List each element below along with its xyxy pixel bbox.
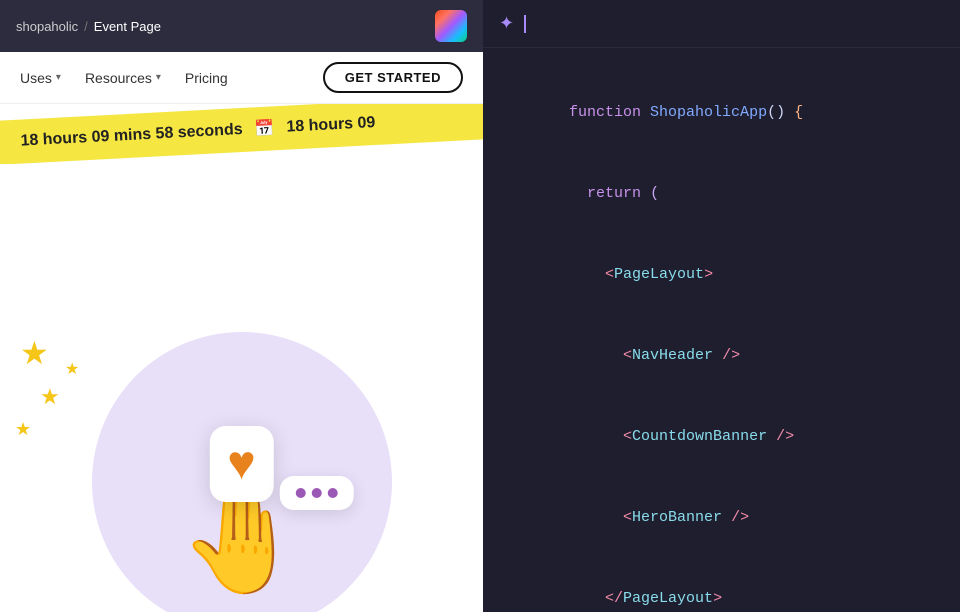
left-panel: shopaholic / Event Page Uses ▾ Resources…	[0, 0, 483, 612]
chevron-down-icon: ▾	[156, 72, 161, 83]
figma-icon	[435, 10, 467, 42]
nav-pricing-label: Pricing	[185, 70, 228, 86]
breadcrumb-separator: /	[84, 19, 88, 34]
dot-1	[296, 488, 306, 498]
star-icon: ★	[15, 419, 31, 440]
breadcrumb: shopaholic / Event Page	[16, 19, 161, 34]
star-icon: ★	[20, 334, 49, 372]
code-line-7: </PageLayout>	[515, 558, 928, 612]
breadcrumb-site: shopaholic	[16, 19, 78, 34]
right-panel: ✦ function ShopaholicApp() { return ( <P…	[483, 0, 960, 612]
code-line-2: return (	[515, 153, 928, 234]
cursor	[524, 15, 526, 33]
dot-2	[312, 488, 322, 498]
nav-resources-label: Resources	[85, 70, 152, 86]
nav-item-pricing[interactable]: Pricing	[185, 70, 228, 86]
countdown-time-2: 18 hours 09	[286, 114, 376, 137]
editor-toolbar: ✦	[483, 0, 960, 48]
code-line-5: <CountdownBanner />	[515, 396, 928, 477]
breadcrumb-page: Event Page	[94, 19, 161, 34]
star-icon: ★	[65, 359, 79, 379]
dot-3	[328, 488, 338, 498]
get-started-button[interactable]: GET STARTED	[323, 62, 463, 93]
heart-icon: ♥	[227, 440, 256, 488]
hero-section: ★ ★ ★ ★ ♥ 🤚	[0, 164, 483, 612]
nav-item-resources[interactable]: Resources ▾	[85, 70, 161, 86]
hero-illustration: ♥ 🤚	[179, 426, 304, 592]
site-nav: Uses ▾ Resources ▾ Pricing GET STARTED	[0, 52, 483, 104]
star-icon: ★	[40, 384, 60, 410]
chevron-down-icon: ▾	[56, 72, 61, 83]
countdown-text: 18 hours 09 mins 58 seconds 📅 18 hours 0…	[20, 113, 376, 152]
code-editor[interactable]: function ShopaholicApp() { return ( <Pag…	[483, 48, 960, 612]
nav-item-uses[interactable]: Uses ▾	[20, 70, 61, 86]
dots-speech-bubble	[280, 476, 354, 510]
code-line-1: function ShopaholicApp() {	[515, 72, 928, 153]
calendar-icon: 📅	[254, 118, 275, 139]
nav-bar: shopaholic / Event Page	[0, 0, 483, 52]
countdown-banner: 18 hours 09 mins 58 seconds 📅 18 hours 0…	[0, 104, 483, 164]
nav-uses-label: Uses	[20, 70, 52, 86]
code-line-4: <NavHeader />	[515, 315, 928, 396]
heart-speech-bubble: ♥	[209, 426, 274, 502]
countdown-time: 18 hours 09 mins 58 seconds	[20, 121, 243, 151]
code-line-3: <PageLayout>	[515, 234, 928, 315]
code-line-6: <HeroBanner />	[515, 477, 928, 558]
ai-icon: ✦	[499, 13, 514, 34]
